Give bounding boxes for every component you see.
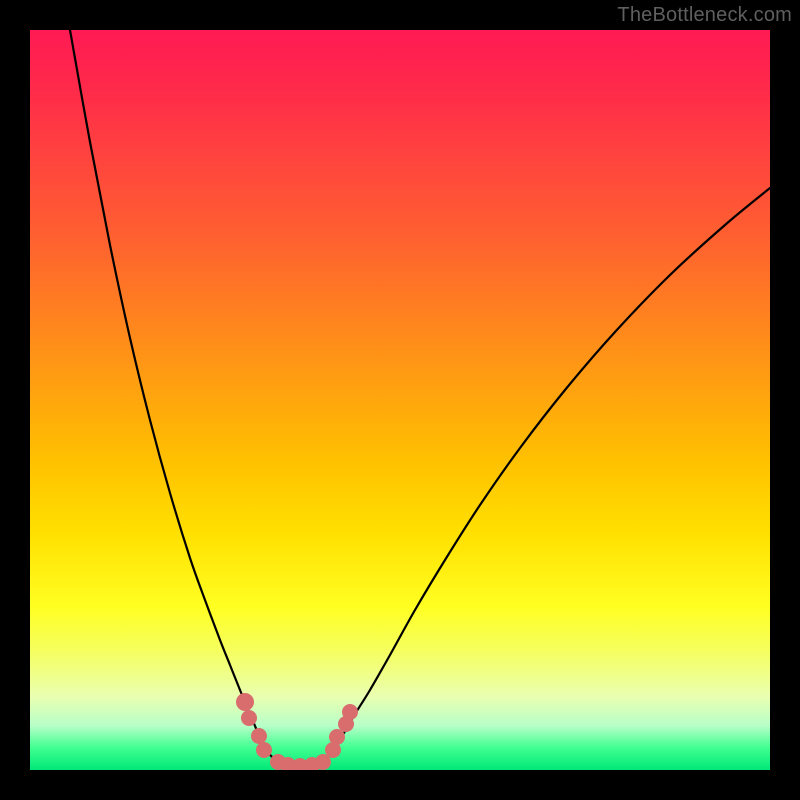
curve-right-branch bbox=[322, 188, 770, 763]
data-dot bbox=[329, 729, 345, 745]
plot-area bbox=[30, 30, 770, 770]
curve-left-branch bbox=[70, 30, 278, 763]
data-dot bbox=[251, 728, 267, 744]
data-dot bbox=[241, 710, 257, 726]
data-dots bbox=[236, 693, 358, 770]
curve-svg bbox=[30, 30, 770, 770]
data-dot bbox=[342, 704, 358, 720]
data-dot bbox=[256, 742, 272, 758]
attribution-text: TheBottleneck.com bbox=[617, 4, 792, 27]
chart-frame: TheBottleneck.com bbox=[0, 0, 800, 800]
data-dot bbox=[236, 693, 254, 711]
